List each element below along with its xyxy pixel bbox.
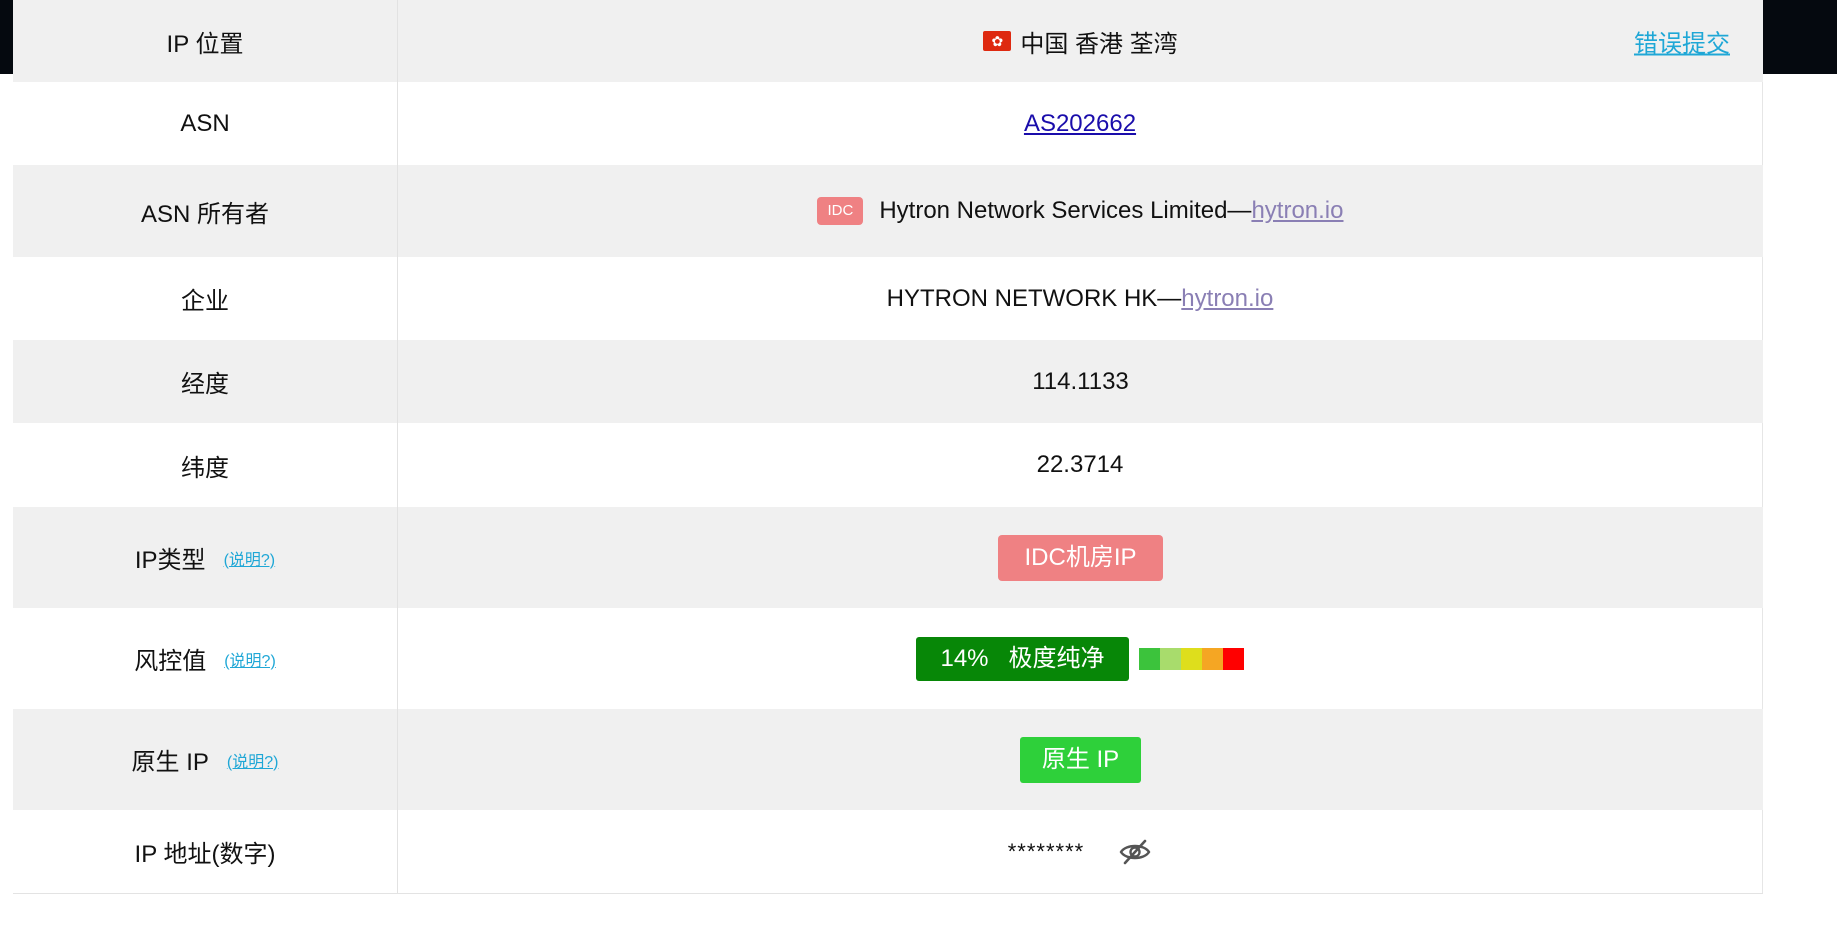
longitude-value: 114.1133 — [1032, 367, 1129, 395]
asn-owner-label: ASN 所有者 — [13, 165, 398, 257]
ip-numeric-value-cell: ******** — [398, 810, 1763, 893]
risk-scale-segment-4 — [1201, 647, 1223, 670]
row-risk-score: 风控值 (说明?) 14% 极度纯净 — [13, 608, 1763, 709]
risk-scale-segment-5 — [1222, 647, 1244, 670]
row-native-ip: 原生 IP (说明?) 原生 IP — [13, 709, 1763, 810]
row-ip-numeric: IP 地址(数字) ******** — [13, 810, 1763, 894]
risk-help-link[interactable]: (说明?) — [224, 647, 276, 671]
eye-off-icon[interactable] — [1118, 837, 1152, 867]
ip-info-table: IP 位置 中国 香港 荃湾 错误提交 ASN AS202662 ASN 所有者… — [13, 0, 1763, 894]
row-longitude: 经度 114.1133 — [13, 340, 1763, 423]
asn-label: ASN — [13, 82, 398, 165]
ip-location-value: 中国 香港 荃湾 — [1020, 30, 1178, 58]
ip-type-value-cell: IDC机房IP — [398, 507, 1763, 608]
risk-scale-segment-2 — [1159, 647, 1181, 670]
hong-kong-flag-icon — [983, 31, 1012, 51]
native-ip-label: 原生 IP — [131, 749, 209, 776]
enterprise-domain-link[interactable]: hytron.io — [1181, 285, 1273, 313]
enterprise-value-cell: HYTRON NETWORK HK— hytron.io — [398, 257, 1763, 340]
risk-scale-segment-3 — [1180, 647, 1202, 670]
report-error-link[interactable]: 错误提交 — [1634, 24, 1730, 59]
ip-type-label: IP类型 — [134, 547, 206, 574]
asn-owner-value-cell: IDC Hytron Network Services Limited— hyt… — [398, 165, 1763, 257]
native-ip-help-link[interactable]: (说明?) — [227, 748, 279, 772]
row-ip-location: IP 位置 中国 香港 荃湾 错误提交 — [13, 0, 1763, 82]
native-ip-label-cell: 原生 IP (说明?) — [13, 709, 398, 810]
native-ip-badge: 原生 IP — [1019, 736, 1142, 783]
row-asn-owner: ASN 所有者 IDC Hytron Network Services Limi… — [13, 165, 1763, 257]
risk-value-cell: 14% 极度纯净 — [398, 608, 1763, 709]
risk-score-badge: 14% 极度纯净 — [916, 636, 1129, 681]
latitude-label: 纬度 — [13, 423, 398, 507]
ip-location-label: IP 位置 — [13, 0, 398, 82]
risk-label: 风控值 — [134, 648, 207, 675]
enterprise-label: 企业 — [13, 257, 398, 340]
latitude-value: 22.3714 — [398, 423, 1763, 507]
background-strip-left — [0, 0, 13, 74]
longitude-label: 经度 — [13, 340, 398, 423]
enterprise-name: HYTRON NETWORK HK— — [886, 284, 1182, 312]
risk-label-cell: 风控值 (说明?) — [13, 608, 398, 709]
row-asn: ASN AS202662 — [13, 82, 1763, 165]
asn-value-cell: AS202662 — [398, 82, 1763, 165]
asn-link[interactable]: AS202662 — [1024, 110, 1136, 138]
ip-numeric-label: IP 地址(数字) — [13, 810, 398, 893]
row-enterprise: 企业 HYTRON NETWORK HK— hytron.io — [13, 257, 1763, 340]
ip-type-badge[interactable]: IDC机房IP — [998, 534, 1163, 581]
ip-type-help-link[interactable]: (说明?) — [224, 546, 276, 570]
ip-numeric-masked-value: ******** — [1007, 838, 1085, 864]
row-latitude: 纬度 22.3714 — [13, 423, 1763, 507]
risk-scale-segment-1 — [1138, 647, 1160, 670]
ip-location-value-cell: 中国 香港 荃湾 错误提交 — [398, 0, 1763, 82]
background-strip-right — [1763, 0, 1837, 74]
asn-owner-name: Hytron Network Services Limited— — [879, 197, 1252, 224]
asn-owner-domain-link[interactable]: hytron.io — [1251, 197, 1343, 225]
idc-badge: IDC — [817, 197, 864, 225]
row-ip-type: IP类型 (说明?) IDC机房IP — [13, 507, 1763, 608]
ip-type-label-cell: IP类型 (说明?) — [13, 507, 398, 608]
native-ip-value-cell: 原生 IP — [398, 709, 1763, 810]
risk-scale-bar — [1138, 647, 1244, 670]
